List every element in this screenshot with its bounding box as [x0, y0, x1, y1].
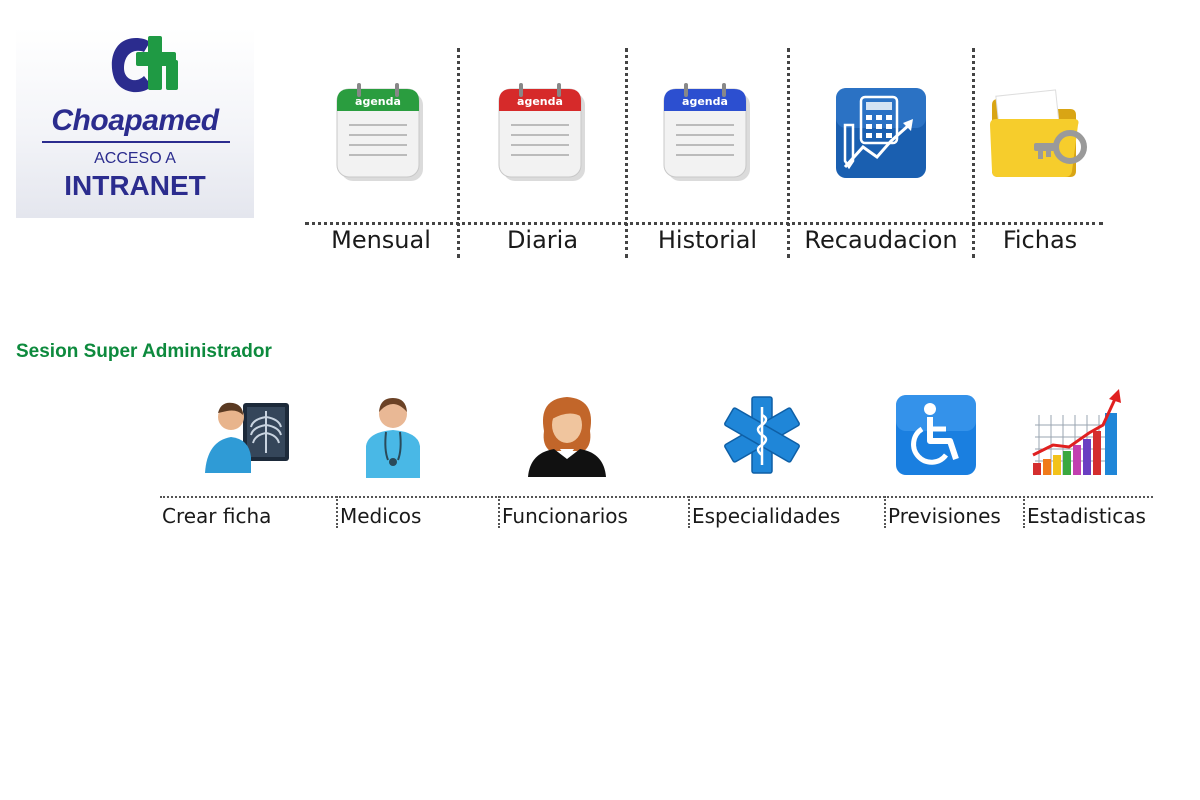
admin-item-estadisticas[interactable]: Estadisticas: [1025, 378, 1155, 528]
calendar-icon: agenda: [498, 83, 585, 181]
admin-item-especialidades[interactable]: Especialidades: [690, 378, 884, 528]
staff-woman-icon: [528, 396, 606, 477]
calendar-icon: agenda: [663, 83, 750, 181]
admin-item-medicos[interactable]: Medicos: [338, 378, 498, 528]
star-of-life-icon: [724, 395, 800, 474]
admin-label-funcionarios[interactable]: Funcionarios: [502, 504, 628, 528]
logo-brand: Choapamed: [51, 104, 219, 137]
logo-divider: [42, 141, 230, 143]
admin-label-medicos[interactable]: Medicos: [340, 504, 421, 528]
admin-item-crear-ficha[interactable]: Crear ficha: [160, 378, 336, 528]
menu-label-fichas[interactable]: Fichas: [975, 226, 1105, 254]
calculator-chart-icon: [836, 88, 926, 178]
admin-label-estadisticas[interactable]: Estadisticas: [1027, 504, 1146, 528]
menu-item-fichas[interactable]: Fichas: [975, 48, 1105, 260]
calendar-badge: agenda: [355, 95, 401, 108]
doctor-icon: [366, 397, 420, 478]
choapamed-logo-mark-icon: [111, 36, 178, 93]
wheelchair-icon: [896, 394, 976, 475]
top-menu: agenda Mensual agenda Diaria agenda Hist…: [305, 48, 1105, 260]
admin-item-funcionarios[interactable]: Funcionarios: [500, 378, 688, 528]
calendar-icon: agenda: [336, 83, 423, 181]
logo-subtitle: ACCESO A: [94, 150, 176, 167]
menu-item-mensual[interactable]: agenda Mensual: [305, 48, 457, 260]
logo-title: INTRANET: [64, 170, 206, 201]
admin-label-previsiones[interactable]: Previsiones: [888, 504, 1001, 528]
menu-label-historial[interactable]: Historial: [628, 226, 787, 254]
menu-label-diaria[interactable]: Diaria: [460, 226, 625, 254]
patient-xray-icon: [205, 402, 289, 473]
calendar-badge: agenda: [517, 95, 563, 108]
menu-item-historial[interactable]: agenda Historial: [628, 48, 787, 260]
menu-label-recaudacion[interactable]: Recaudacion: [790, 226, 972, 254]
calendar-badge: agenda: [682, 95, 728, 108]
admin-label-especialidades[interactable]: Especialidades: [692, 504, 840, 528]
admin-item-previsiones[interactable]: Previsiones: [886, 378, 1023, 528]
session-label: Sesion Super Administrador: [16, 341, 272, 362]
menu-item-diaria[interactable]: agenda Diaria: [460, 48, 625, 260]
admin-menu: Crear ficha Medicos Funcionarios Especia…: [160, 378, 1155, 528]
bar-chart-icon: [1032, 388, 1121, 475]
folder-key-icon: [990, 89, 1087, 177]
menu-item-recaudacion[interactable]: Recaudacion: [790, 48, 972, 260]
logo: Choapamed ACCESO A INTRANET: [16, 28, 254, 218]
admin-label-crear-ficha[interactable]: Crear ficha: [162, 504, 271, 528]
menu-label-mensual[interactable]: Mensual: [305, 226, 457, 254]
